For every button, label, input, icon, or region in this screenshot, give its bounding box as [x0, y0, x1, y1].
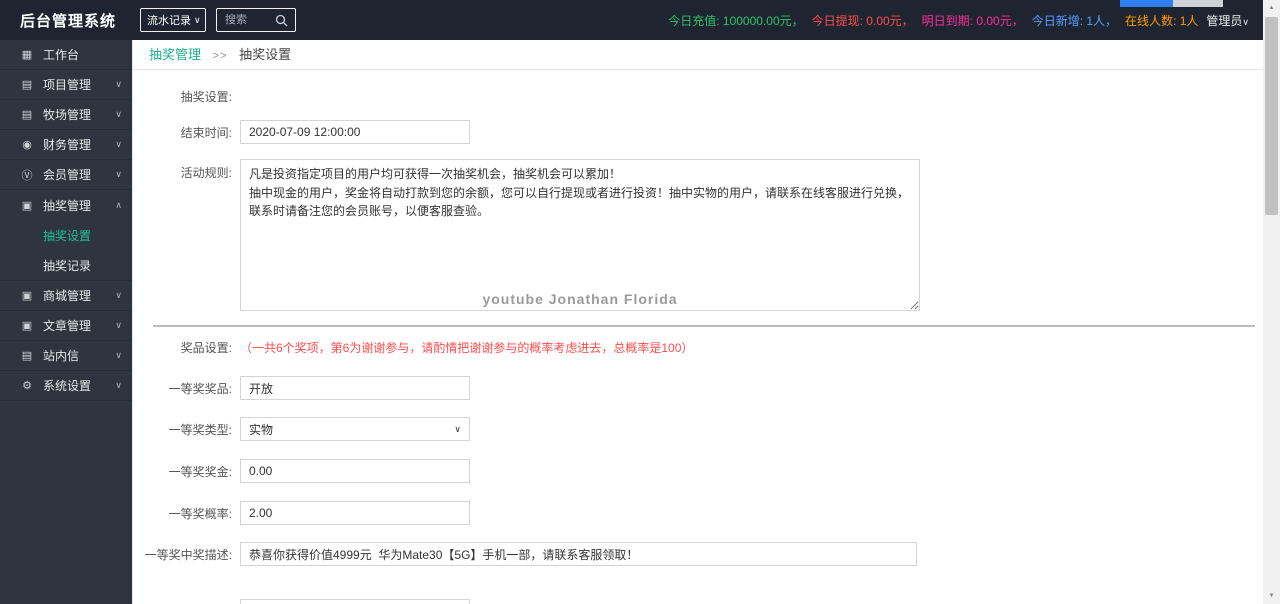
- top-progress-bar: [1120, 0, 1223, 7]
- chevron-down-icon: ∨: [1242, 16, 1249, 27]
- admin-dropdown[interactable]: 管理员∨: [1206, 12, 1249, 29]
- sidebar-item-finance-mgmt[interactable]: ◉ 财务管理 ∨: [0, 130, 132, 160]
- member-icon: Ⓥ: [21, 169, 33, 182]
- main-content: 抽奖管理 >> 抽奖设置 抽奖设置: 结束时间: 活动规则: 凡是投资指定项目的…: [132, 40, 1263, 604]
- prize-setting-hint: （一共6个奖项，第6为谢谢参与，请酌情把谢谢参与的概率考虑进去，总概率是100）: [240, 341, 694, 355]
- app-title: 后台管理系统: [20, 12, 117, 30]
- chevron-up-icon: ∧: [115, 199, 122, 210]
- admin-label: 管理员: [1206, 13, 1243, 28]
- dashboard-icon: ▦: [21, 49, 33, 61]
- prize2-name-input[interactable]: [240, 599, 470, 604]
- chevron-down-icon: ∨: [115, 139, 122, 149]
- clipboard-icon: ▤: [21, 350, 33, 362]
- stat-today-recharge: 今日充值: 100000.00元，: [668, 13, 804, 28]
- prize1-rate-label: 一等奖概率:: [168, 506, 232, 521]
- search-box[interactable]: [216, 8, 297, 32]
- stat-today-withdraw: 今日提现: 0.00元，: [811, 13, 914, 28]
- sidebar-item-workbench[interactable]: ▦ 工作台: [0, 40, 132, 70]
- prize-setting-label: 奖品设置:: [180, 341, 232, 355]
- sidebar-item-ranch-mgmt[interactable]: ▤ 牧场管理 ∨: [0, 100, 132, 130]
- search-input[interactable]: [223, 13, 276, 27]
- chevron-down-icon: ∨: [115, 79, 122, 89]
- header: 后台管理系统 流水记录 ∨ 今日充值: 100000.00元， 今日提现: 0.…: [0, 0, 1263, 40]
- sidebar-item-label: 站内信: [43, 349, 80, 363]
- prize1-type-select[interactable]: 实物 ∨: [240, 417, 470, 441]
- sidebar-item-label: 商城管理: [43, 289, 92, 303]
- sidebar-subitem-label: 抽奖记录: [43, 258, 92, 273]
- search-icon: [275, 14, 288, 27]
- scrollbar-down-arrow[interactable]: ▼: [1263, 588, 1280, 604]
- sidebar-item-member-mgmt[interactable]: Ⓥ 会员管理 ∨: [0, 160, 132, 190]
- sidebar-submenu: 抽奖设置 抽奖记录: [0, 220, 132, 281]
- end-time-input[interactable]: [240, 120, 470, 144]
- chevron-down-icon: ∨: [194, 14, 201, 25]
- stat-tomorrow-due: 明日到期: 0.00元，: [921, 13, 1024, 28]
- breadcrumb-separator: >>: [212, 50, 228, 62]
- lottery-settings-form: 抽奖设置: 结束时间: 活动规则: 凡是投资指定项目的用户均可获得一次抽奖机会，…: [133, 70, 1263, 604]
- activity-rules-label: 活动规则:: [180, 166, 232, 180]
- chevron-down-icon: ∨: [454, 423, 461, 434]
- chevron-down-icon: ∨: [115, 350, 122, 360]
- stat-today-new: 今日新增: 1人，: [1031, 13, 1118, 28]
- stat-online-users: 在线人数: 1人: [1125, 13, 1199, 28]
- progress-segment-gray: [1173, 0, 1223, 7]
- module-select-value: 流水记录: [147, 15, 192, 27]
- document-icon: ▣: [21, 290, 33, 302]
- sidebar-item-system-settings[interactable]: ⚙ 系统设置 ∨: [0, 371, 132, 401]
- breadcrumb-parent-link[interactable]: 抽奖管理: [149, 47, 201, 62]
- sidebar-item-label: 财务管理: [43, 138, 92, 152]
- sidebar-item-lottery-mgmt[interactable]: ▣ 抽奖管理 ∧: [0, 190, 132, 220]
- section-label: 抽奖设置:: [180, 90, 232, 104]
- activity-rules-textarea[interactable]: 凡是投资指定项目的用户均可获得一次抽奖机会，抽奖机会可以累加！ 抽中现金的用户，…: [240, 159, 920, 311]
- sidebar-subitem-label: 抽奖设置: [43, 228, 92, 243]
- sidebar-item-article-mgmt[interactable]: ▣ 文章管理 ∨: [0, 311, 132, 341]
- module-select[interactable]: 流水记录 ∨: [140, 8, 207, 32]
- clipboard-icon: ▤: [21, 109, 33, 121]
- finance-icon: ◉: [22, 139, 32, 151]
- chevron-down-icon: ∨: [115, 109, 122, 119]
- end-time-label: 结束时间:: [180, 125, 232, 140]
- chevron-down-icon: ∨: [115, 320, 122, 330]
- breadcrumb-current: 抽奖设置: [239, 47, 292, 62]
- prize1-amount-input[interactable]: [240, 459, 470, 483]
- prize1-desc-label: 一等奖中奖描述:: [144, 547, 232, 562]
- sidebar-item-mall-mgmt[interactable]: ▣ 商城管理 ∨: [0, 281, 132, 311]
- prize1-name-input[interactable]: [240, 376, 470, 400]
- prize1-name-label: 一等奖奖品:: [168, 381, 232, 396]
- scrollbar-up-arrow[interactable]: ▲: [1263, 0, 1280, 16]
- sidebar-item-label: 抽奖管理: [43, 198, 92, 213]
- sidebar-subitem-lottery-settings[interactable]: 抽奖设置: [0, 220, 132, 250]
- sidebar-item-label: 系统设置: [43, 379, 92, 393]
- prize1-type-label: 一等奖类型:: [168, 422, 232, 437]
- sidebar-item-label: 文章管理: [43, 319, 92, 333]
- sidebar-item-label: 牧场管理: [43, 108, 92, 122]
- sidebar-item-project-mgmt[interactable]: ▤ 项目管理 ∨: [0, 70, 132, 100]
- sidebar-item-label: 会员管理: [43, 168, 92, 182]
- sidebar-item-label: 工作台: [43, 48, 80, 62]
- prize1-desc-input[interactable]: [240, 542, 917, 566]
- progress-segment-blue: [1120, 0, 1173, 7]
- chevron-down-icon: ∨: [115, 169, 122, 179]
- prize1-amount-label: 一等奖奖金:: [168, 464, 232, 479]
- breadcrumb: 抽奖管理 >> 抽奖设置: [133, 40, 1263, 70]
- clipboard-icon: ▤: [21, 79, 33, 91]
- prize1-rate-input[interactable]: [240, 501, 470, 525]
- sidebar-item-label: 项目管理: [43, 78, 92, 92]
- document-icon: ▣: [21, 320, 33, 332]
- document-icon: ▣: [21, 199, 33, 212]
- header-stats: 今日充值: 100000.00元， 今日提现: 0.00元， 明日到期: 0.0…: [660, 12, 1263, 29]
- sidebar-item-site-mail[interactable]: ▤ 站内信 ∨: [0, 341, 132, 371]
- chevron-down-icon: ∨: [115, 290, 122, 300]
- section-divider: [153, 325, 1255, 327]
- sidebar-subitem-lottery-records[interactable]: 抽奖记录: [0, 250, 132, 280]
- prize1-type-value: 实物: [249, 422, 274, 437]
- chevron-down-icon: ∨: [115, 380, 122, 390]
- vertical-scrollbar[interactable]: ▲ ▼: [1263, 0, 1280, 604]
- gear-icon: ⚙: [22, 380, 32, 392]
- sidebar: ▦ 工作台 ▤ 项目管理 ∨ ▤ 牧场管理 ∨ ◉ 财务管理 ∨ Ⓥ 会员管理 …: [0, 40, 132, 604]
- scrollbar-thumb[interactable]: [1265, 17, 1278, 215]
